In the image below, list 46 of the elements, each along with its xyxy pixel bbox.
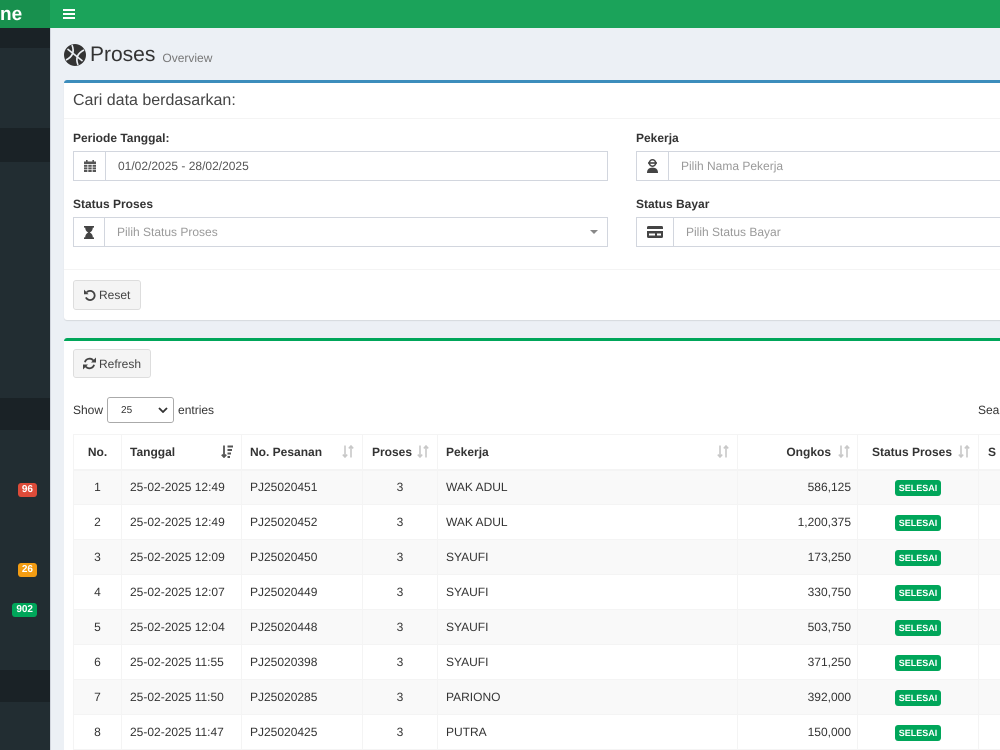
calendar-icon [84, 160, 96, 172]
column-header: No. [74, 434, 122, 470]
field-label: Status Proses [73, 196, 154, 213]
logo-text: ne [0, 4, 22, 24]
status-badge: SELESAI [894, 550, 942, 566]
input-field[interactable]: Pilih Status Bayar [674, 217, 1000, 247]
table-cell: 150,000 [738, 714, 858, 750]
status-badge: SELESAI [894, 585, 942, 601]
table-cell: PJ25020425 [242, 714, 362, 750]
reset-button[interactable]: Reset [73, 280, 142, 310]
refresh-button[interactable]: Refresh [73, 349, 152, 378]
field-label: Periode Tanggal: [73, 130, 170, 147]
status-badge: SELESAI [894, 725, 942, 741]
count-badge: 26 [18, 563, 37, 577]
length-label: Show [73, 402, 104, 419]
table-cell: 25-02-2025 11:47 [122, 714, 242, 750]
undo-icon [84, 289, 96, 301]
panel-title: Cari data berdasarkan: [73, 90, 236, 110]
page-title: Proses [90, 42, 156, 68]
input-field[interactable]: Pilih Nama Pekerja [669, 151, 1000, 181]
chevron-down-icon [158, 407, 168, 413]
caret-icon [590, 230, 598, 234]
status-badge: SELESAI [894, 620, 942, 636]
table-cell: 3 [362, 714, 438, 750]
user-icon [647, 159, 658, 173]
status-badge: SELESAI [894, 655, 942, 671]
field-label: Status Bayar [636, 196, 710, 213]
search-label: Sea [978, 402, 1000, 419]
menu-icon[interactable] [63, 9, 75, 19]
select-field[interactable]: Pilih Status Proses [105, 217, 608, 247]
status-badge: SELESAI [894, 690, 942, 706]
length-label: entries [178, 402, 214, 419]
table-cell: PUTRA [438, 714, 738, 750]
status-badge: SELESAI [894, 515, 942, 531]
page-subtitle: Overview [162, 50, 212, 67]
date-range-field[interactable]: 01/02/2025 - 28/02/2025 [106, 151, 608, 181]
refresh-icon [83, 357, 96, 370]
ball-icon [64, 44, 86, 66]
entries-select[interactable]: 25 [107, 397, 174, 423]
count-badge: 902 [12, 603, 37, 617]
count-badge: 96 [18, 483, 37, 497]
credit-card-icon [647, 226, 663, 238]
table-cell: 8 [74, 714, 122, 750]
field-label: Pekerja [636, 130, 680, 147]
hourglass-icon [84, 226, 94, 238]
status-badge: SELESAI [894, 480, 942, 496]
